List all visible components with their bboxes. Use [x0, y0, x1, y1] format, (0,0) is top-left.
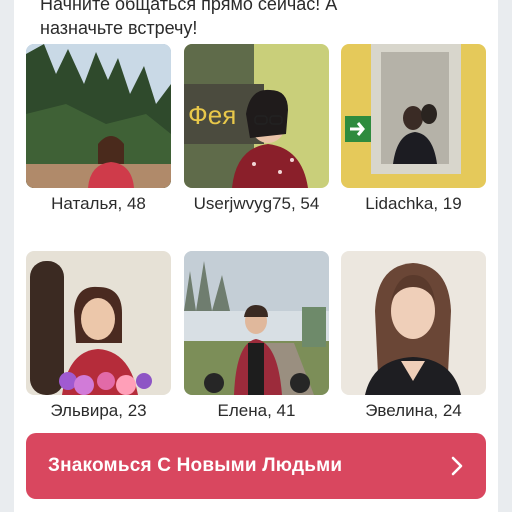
profile-photo-2-image: Фея — [184, 44, 329, 188]
profile-name-5[interactable]: Елена, 41 — [184, 399, 329, 423]
profile-card-4[interactable]: Эльвира, 23 — [26, 251, 171, 423]
profile-photo-5-image — [184, 251, 329, 395]
profile-photo-5[interactable] — [184, 251, 329, 395]
profile-card-3[interactable]: Lidachka, 19 — [341, 44, 486, 216]
profile-photo-3-image — [341, 44, 486, 188]
profile-photo-6-image — [341, 251, 486, 395]
profile-card-6[interactable]: Эвелина, 24 — [341, 251, 486, 423]
intro-line-2: назначьте встречу! — [40, 18, 198, 38]
profile-name-2[interactable]: Userjwvyg75, 54 — [184, 192, 329, 216]
profile-card-2[interactable]: Фея Userjwvyg75, 54 — [184, 44, 329, 216]
profile-card-5[interactable]: Елена, 41 — [184, 251, 329, 423]
profile-photo-6[interactable] — [341, 251, 486, 395]
meet-new-people-button[interactable]: Знакомься С Новыми Людьми — [26, 433, 486, 499]
profile-name-6[interactable]: Эвелина, 24 — [341, 399, 486, 423]
chevron-right-icon — [451, 456, 463, 476]
meet-new-people-label: Знакомься С Новыми Людьми — [48, 455, 343, 476]
profile-photo-3[interactable] — [341, 44, 486, 188]
profile-name-3[interactable]: Lidachka, 19 — [341, 192, 486, 216]
profile-name-1[interactable]: Наталья, 48 — [26, 192, 171, 216]
svg-text:Фея: Фея — [188, 100, 236, 130]
profile-photo-4-image — [26, 251, 171, 395]
profile-photo-4[interactable] — [26, 251, 171, 395]
profile-photo-2[interactable]: Фея — [184, 44, 329, 188]
profile-photo-1[interactable] — [26, 44, 171, 188]
profile-name-4[interactable]: Эльвира, 23 — [26, 399, 171, 423]
intro-line-1: Начните общаться прямо сейчас! А — [40, 0, 338, 14]
intro-text: Начните общаться прямо сейчас! А назначь… — [40, 0, 470, 40]
profile-photo-1-image — [26, 44, 171, 188]
profile-card-1[interactable]: Наталья, 48 — [26, 44, 171, 216]
